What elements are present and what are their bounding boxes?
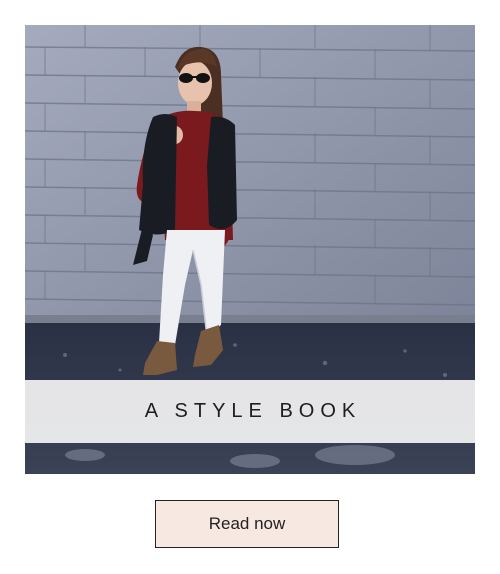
title-banner: A STYLE BOOK bbox=[25, 380, 475, 443]
read-now-button[interactable]: Read now bbox=[155, 500, 339, 548]
page-title: A STYLE BOOK bbox=[144, 400, 362, 422]
read-now-button-label: Read now bbox=[208, 514, 286, 533]
